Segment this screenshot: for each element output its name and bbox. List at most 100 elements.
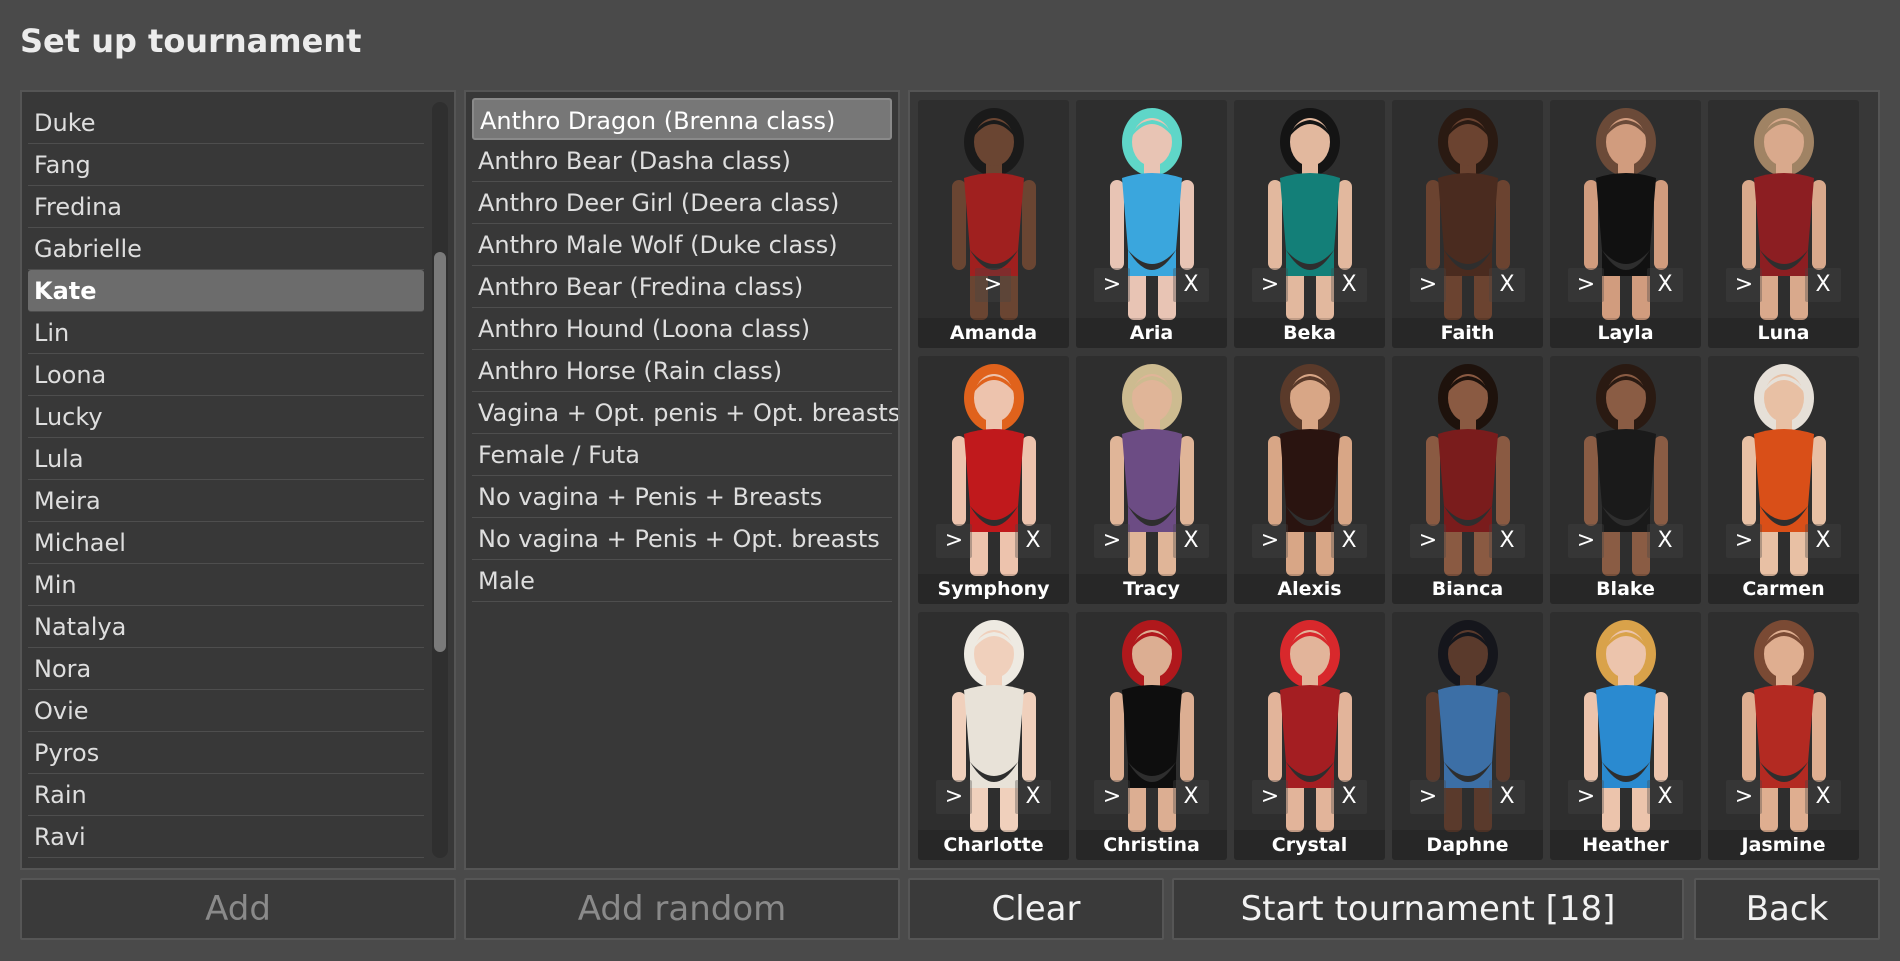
remove-button[interactable]: X	[1173, 780, 1209, 814]
roster-item[interactable]: Fang	[28, 144, 424, 186]
move-button[interactable]: >	[1726, 268, 1762, 302]
start-tournament-button[interactable]: Start tournament [18]	[1172, 878, 1684, 940]
remove-button[interactable]: X	[1173, 268, 1209, 302]
participant-name: Blake	[1550, 574, 1701, 604]
participant-name: Faith	[1392, 318, 1543, 348]
roster-item[interactable]: Pyros	[28, 732, 424, 774]
participant-name: Carmen	[1708, 574, 1859, 604]
participant-card[interactable]: > Amanda	[918, 100, 1069, 348]
participant-card[interactable]: > X Heather	[1550, 612, 1701, 860]
remove-button[interactable]: X	[1015, 524, 1051, 558]
remove-button[interactable]: X	[1489, 780, 1525, 814]
participant-card[interactable]: > X Christina	[1076, 612, 1227, 860]
remove-button[interactable]: X	[1647, 524, 1683, 558]
class-item[interactable]: No vagina + Penis + Breasts	[472, 476, 892, 518]
move-button[interactable]: >	[1094, 780, 1130, 814]
participant-name: Aria	[1076, 318, 1227, 348]
move-button[interactable]: >	[1252, 524, 1288, 558]
participant-card[interactable]: > X Carmen	[1708, 356, 1859, 604]
class-item[interactable]: Anthro Deer Girl (Deera class)	[472, 182, 892, 224]
roster-item[interactable]: Lucky	[28, 396, 424, 438]
participant-card[interactable]: > X Crystal	[1234, 612, 1385, 860]
participant-card[interactable]: > X Luna	[1708, 100, 1859, 348]
move-button[interactable]: >	[1252, 780, 1288, 814]
roster-item[interactable]: Ravi	[28, 816, 424, 858]
remove-button[interactable]: X	[1489, 524, 1525, 558]
move-button[interactable]: >	[1568, 268, 1604, 302]
participant-card[interactable]: > X Charlotte	[918, 612, 1069, 860]
class-item[interactable]: Anthro Bear (Fredina class)	[472, 266, 892, 308]
class-item[interactable]: Anthro Dragon (Brenna class)	[472, 98, 892, 140]
roster-item[interactable]: Gabrielle	[28, 228, 424, 270]
roster-item[interactable]: Lin	[28, 312, 424, 354]
participant-card[interactable]: > X Alexis	[1234, 356, 1385, 604]
move-button[interactable]: >	[1568, 780, 1604, 814]
roster-item[interactable]: Fredina	[28, 186, 424, 228]
class-item[interactable]: Anthro Horse (Rain class)	[472, 350, 892, 392]
class-item[interactable]: Male	[472, 560, 892, 602]
move-button[interactable]: >	[1094, 524, 1130, 558]
participant-card[interactable]: > X Bianca	[1392, 356, 1543, 604]
roster-item[interactable]: Duke	[28, 102, 424, 144]
character-roster-list: Duke Fang Fredina Gabrielle Kate Lin Loona Luck…	[28, 102, 424, 858]
class-item[interactable]: Female / Futa	[472, 434, 892, 476]
class-item[interactable]: Anthro Bear (Dasha class)	[472, 140, 892, 182]
move-button[interactable]: >	[1410, 524, 1446, 558]
move-button[interactable]: >	[1410, 268, 1446, 302]
clear-button[interactable]: Clear	[908, 878, 1164, 940]
roster-scrollbar[interactable]	[432, 102, 448, 858]
roster-item[interactable]: Rain	[28, 774, 424, 816]
remove-button[interactable]: X	[1489, 268, 1525, 302]
move-button[interactable]: >	[1726, 780, 1762, 814]
remove-button[interactable]: X	[1331, 524, 1367, 558]
participant-name: Luna	[1708, 318, 1859, 348]
add-button[interactable]: Add	[20, 878, 456, 940]
remove-button[interactable]: X	[1331, 268, 1367, 302]
participant-card[interactable]: > X Faith	[1392, 100, 1543, 348]
participant-card[interactable]: > X Symphony	[918, 356, 1069, 604]
roster-item[interactable]: Kate	[28, 270, 424, 312]
character-roster-panel: Duke Fang Fredina Gabrielle Kate Lin Loona Luck…	[20, 90, 456, 870]
remove-button[interactable]: X	[1331, 780, 1367, 814]
participants-panel: > Amanda > X Aria > X Beka > X Faith > X Layla > X Luna >…	[908, 90, 1880, 870]
participant-name: Christina	[1076, 830, 1227, 860]
class-item[interactable]: No vagina + Penis + Opt. breasts	[472, 518, 892, 560]
roster-item[interactable]: Lula	[28, 438, 424, 480]
remove-button[interactable]: X	[1647, 268, 1683, 302]
roster-item[interactable]: Michael	[28, 522, 424, 564]
roster-item[interactable]: Meira	[28, 480, 424, 522]
roster-item[interactable]: Loona	[28, 354, 424, 396]
remove-button[interactable]: X	[1015, 780, 1051, 814]
remove-button[interactable]: X	[1805, 268, 1841, 302]
move-button[interactable]: >	[1252, 268, 1288, 302]
remove-button[interactable]: X	[1173, 524, 1209, 558]
roster-scroll-thumb[interactable]	[434, 252, 446, 652]
roster-item[interactable]: Nora	[28, 648, 424, 690]
move-button[interactable]: >	[936, 780, 972, 814]
remove-button[interactable]: X	[1805, 780, 1841, 814]
roster-item[interactable]: Min	[28, 564, 424, 606]
class-item[interactable]: Anthro Male Wolf (Duke class)	[472, 224, 892, 266]
move-button[interactable]: >	[936, 524, 972, 558]
add-random-button[interactable]: Add random	[464, 878, 900, 940]
class-item[interactable]: Anthro Hound (Loona class)	[472, 308, 892, 350]
participant-card[interactable]: > X Tracy	[1076, 356, 1227, 604]
class-item[interactable]: Vagina + Opt. penis + Opt. breasts	[472, 392, 898, 434]
participant-card[interactable]: > X Aria	[1076, 100, 1227, 348]
participant-card[interactable]: > X Daphne	[1392, 612, 1543, 860]
back-button[interactable]: Back	[1694, 878, 1880, 940]
roster-item[interactable]: Ovie	[28, 690, 424, 732]
move-button[interactable]: >	[1094, 268, 1130, 302]
remove-button[interactable]: X	[1805, 524, 1841, 558]
participant-name: Jasmine	[1708, 830, 1859, 860]
roster-item[interactable]: Natalya	[28, 606, 424, 648]
participant-card[interactable]: > X Layla	[1550, 100, 1701, 348]
move-button[interactable]: >	[1726, 524, 1762, 558]
move-button[interactable]: >	[1410, 780, 1446, 814]
participant-card[interactable]: > X Beka	[1234, 100, 1385, 348]
move-button[interactable]: >	[975, 268, 1011, 302]
move-button[interactable]: >	[1568, 524, 1604, 558]
participant-card[interactable]: > X Jasmine	[1708, 612, 1859, 860]
participant-card[interactable]: > X Blake	[1550, 356, 1701, 604]
remove-button[interactable]: X	[1647, 780, 1683, 814]
